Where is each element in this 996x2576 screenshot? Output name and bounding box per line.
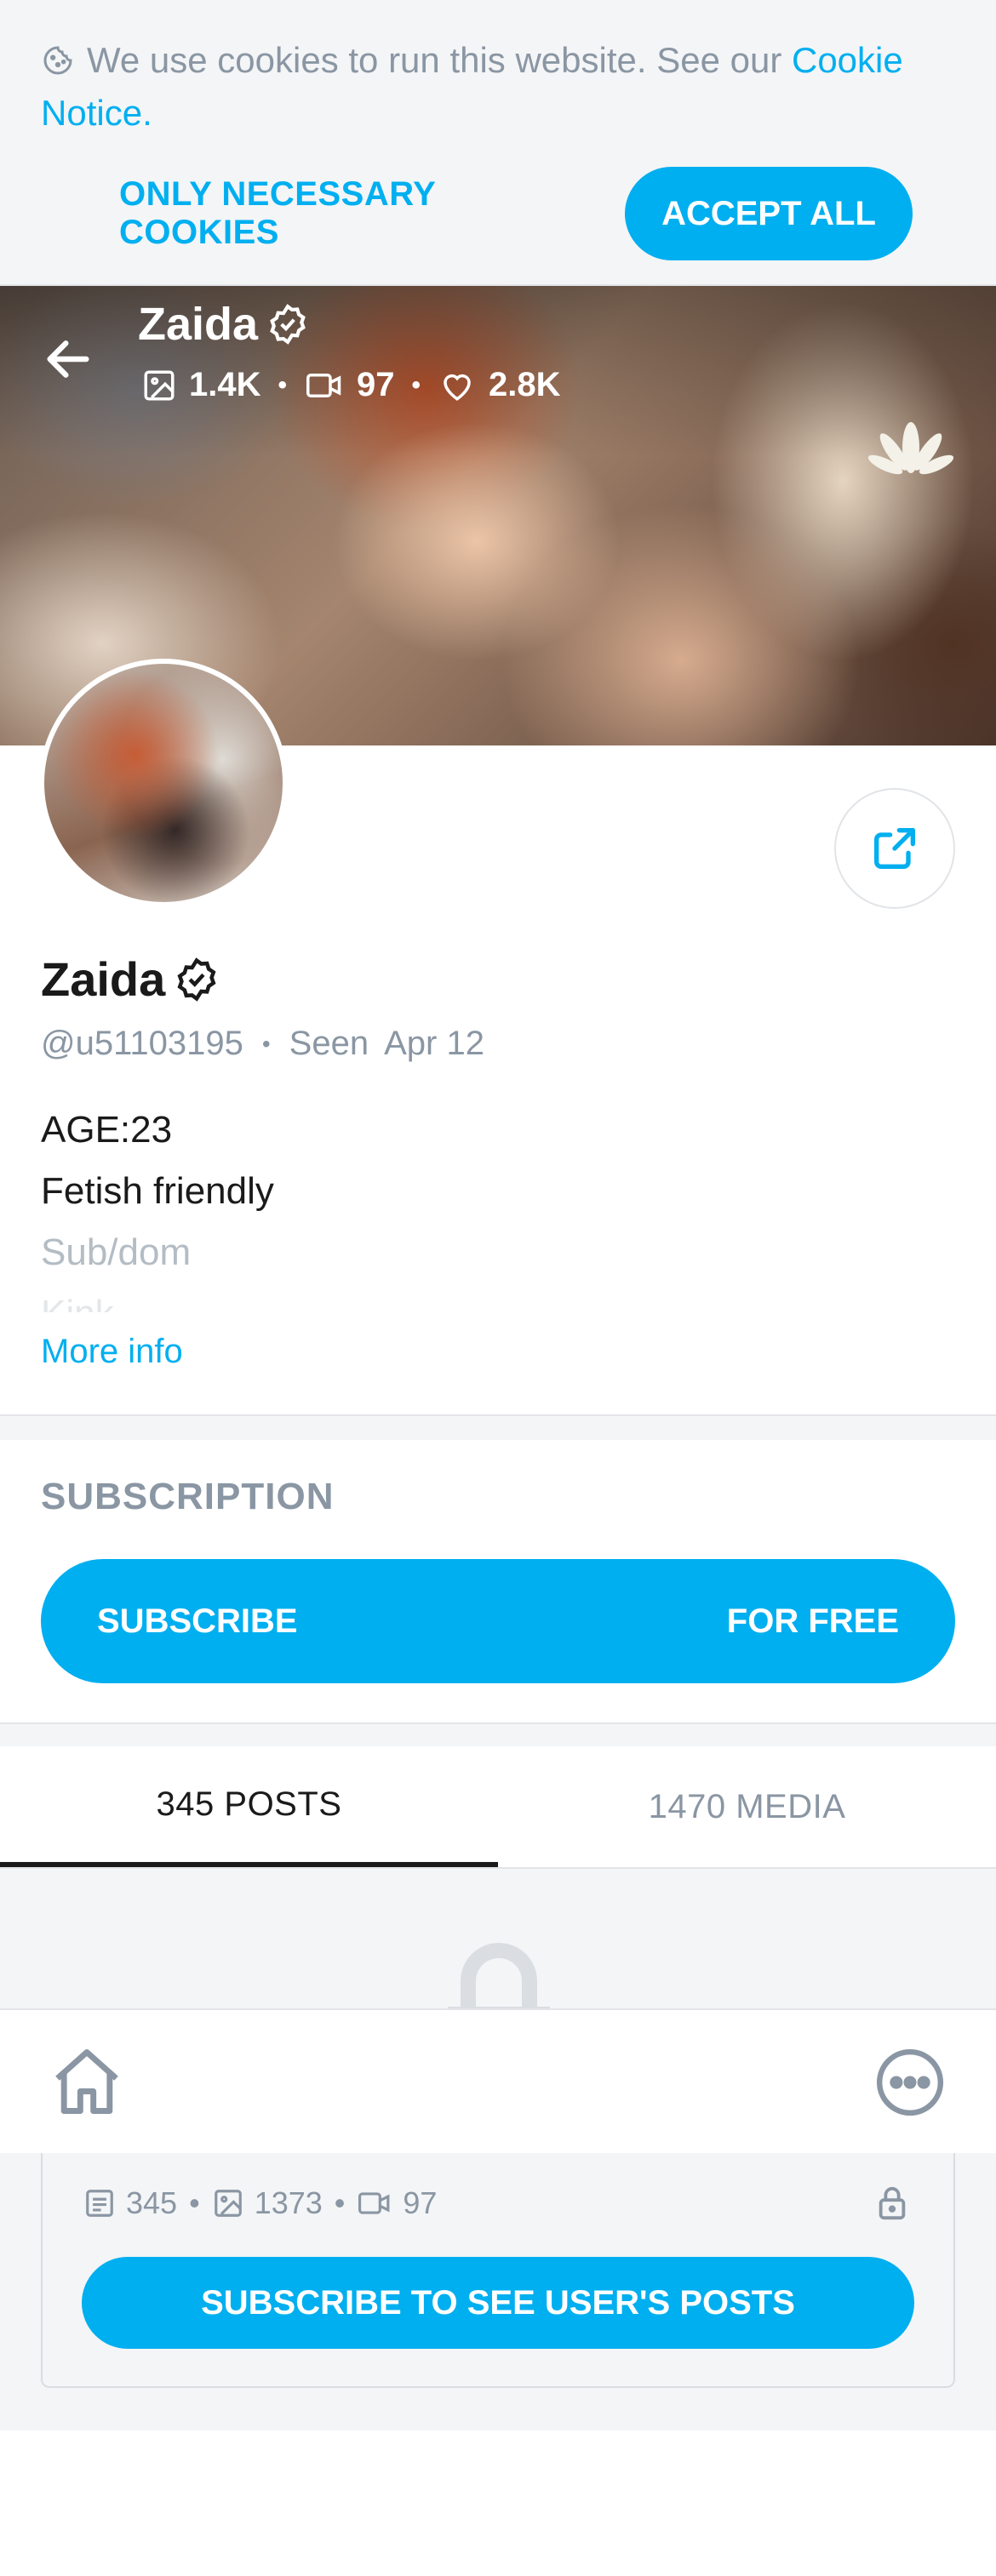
bottom-nav bbox=[0, 2008, 996, 2153]
profile-meta: @u51103195 • Seen Apr 12 bbox=[41, 1025, 484, 1062]
bio-line: AGE:23 bbox=[41, 1109, 173, 1151]
only-necessary-cookies-button[interactable]: ONLY NECESSARY COOKIES bbox=[119, 167, 579, 260]
profile-name: Zaida bbox=[41, 951, 220, 1007]
tab-media[interactable]: 1470 MEDIA bbox=[498, 1746, 996, 1867]
back-arrow-icon[interactable] bbox=[41, 332, 95, 386]
home-icon[interactable] bbox=[48, 2042, 126, 2121]
profile-name-text: Zaida bbox=[41, 952, 166, 1006]
subscribe-label: SUBSCRIBE bbox=[97, 1602, 298, 1640]
cookie-message: We use cookies to run this website. See … bbox=[87, 40, 792, 80]
verified-icon bbox=[177, 957, 216, 1002]
photos-count: 1373 bbox=[212, 2185, 323, 2221]
posts-count: 345 bbox=[83, 2185, 177, 2221]
profile-bio: AGE:23 Fetish friendly Sub/dom Kink bbox=[41, 1100, 952, 1312]
content-tabs: 345 POSTS 1470 MEDIA bbox=[0, 1746, 996, 1869]
cookie-period: . bbox=[142, 93, 152, 133]
cookie-banner: We use cookies to run this website. See … bbox=[0, 0, 996, 286]
bio-line: Kink bbox=[41, 1283, 952, 1312]
seen-label: Seen bbox=[289, 1025, 369, 1062]
tab-posts[interactable]: 345 POSTS bbox=[0, 1746, 498, 1867]
divider bbox=[0, 1722, 996, 1746]
verified-icon bbox=[270, 304, 306, 345]
video-icon bbox=[306, 373, 341, 397]
lock-icon bbox=[448, 1943, 550, 2015]
share-icon bbox=[874, 828, 915, 869]
videos-stat: 97 bbox=[304, 366, 395, 404]
share-button[interactable] bbox=[834, 788, 955, 909]
plant-decoration bbox=[867, 422, 954, 475]
subscribe-to-see-posts-button[interactable]: SUBSCRIBE TO SEE USER'S POSTS bbox=[82, 2257, 914, 2349]
image-icon bbox=[214, 2190, 242, 2217]
bio-line: Fetish friendly bbox=[41, 1170, 274, 1212]
locked-card-stats: 345 • 1373 • 97 bbox=[83, 2185, 437, 2221]
header-stats: 1.4K • 97 • 2.8K bbox=[141, 366, 561, 404]
cookie-text: We use cookies to run this website. See … bbox=[41, 34, 960, 140]
cookie-icon bbox=[43, 46, 72, 75]
lock-icon bbox=[879, 2186, 906, 2220]
video-icon bbox=[358, 2192, 390, 2214]
bio-line: Sub/dom bbox=[41, 1231, 192, 1273]
avatar[interactable] bbox=[39, 659, 288, 907]
likes-stat: 2.8K bbox=[438, 366, 561, 404]
header-name: Zaida bbox=[138, 299, 259, 350]
seen-date: Apr 12 bbox=[384, 1025, 484, 1062]
divider bbox=[0, 1414, 996, 1440]
subscribe-price: FOR FREE bbox=[726, 1602, 899, 1640]
subscription-title: SUBSCRIPTION bbox=[41, 1476, 335, 1517]
more-info-link[interactable]: More info bbox=[41, 1333, 183, 1371]
post-icon bbox=[86, 2190, 113, 2217]
subscribe-button[interactable]: SUBSCRIBE FOR FREE bbox=[41, 1559, 955, 1683]
videos-count: 97 bbox=[357, 2185, 437, 2221]
heart-icon bbox=[444, 374, 471, 401]
photos-stat: 1.4K bbox=[141, 366, 261, 404]
more-icon[interactable] bbox=[873, 2046, 947, 2119]
accept-all-button[interactable]: ACCEPT ALL bbox=[625, 167, 913, 260]
header-title: Zaida bbox=[138, 298, 309, 351]
image-icon bbox=[144, 370, 175, 400]
profile-handle: @u51103195 bbox=[41, 1025, 243, 1062]
